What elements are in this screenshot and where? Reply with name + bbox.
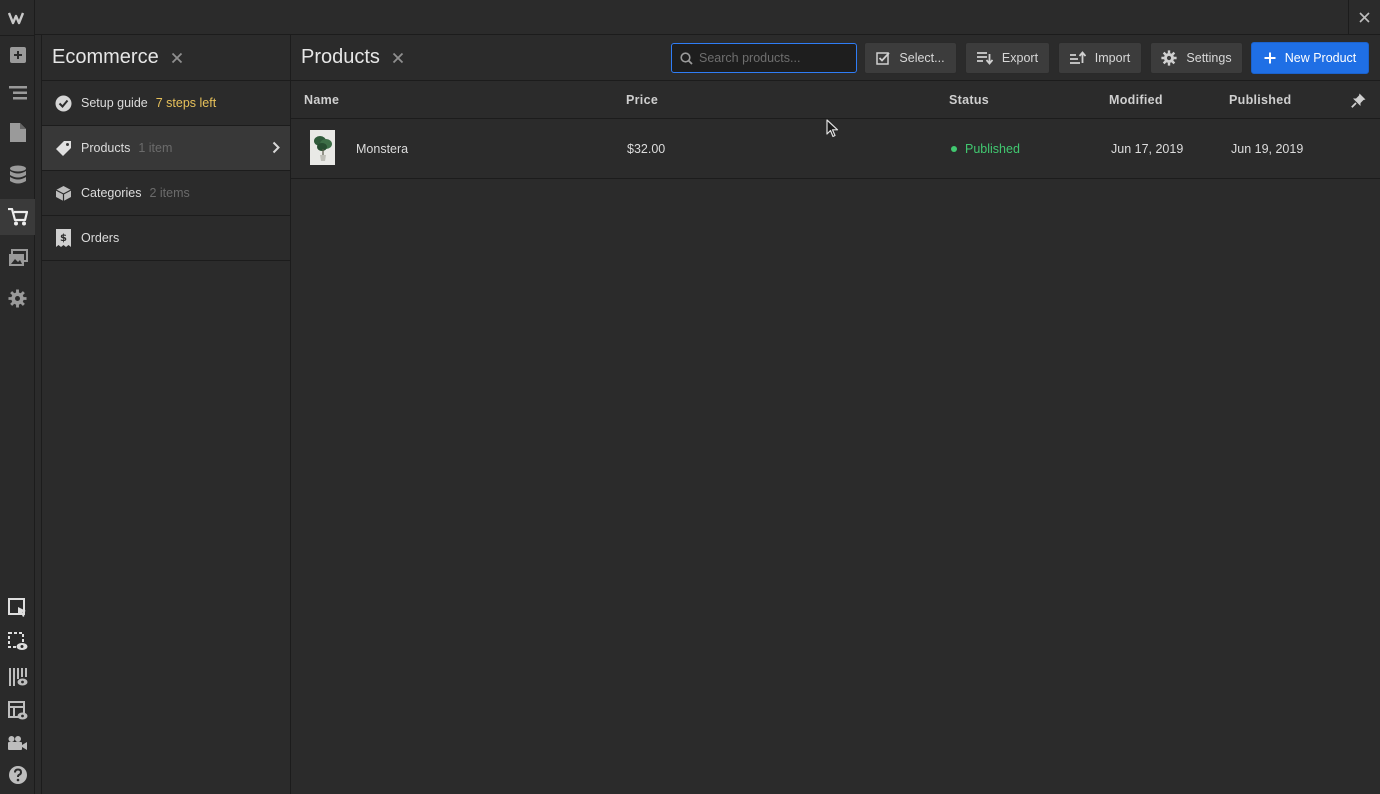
cms-database-icon[interactable]: [0, 157, 35, 193]
sidebar-item-products[interactable]: Products 1 item: [42, 126, 290, 171]
navigator-icon[interactable]: [0, 75, 35, 111]
layout-preview-icon[interactable]: [0, 693, 35, 729]
published-date: Jun 19, 2019: [1231, 142, 1303, 156]
check-circle-icon: [54, 94, 72, 112]
add-panel-icon[interactable]: [0, 37, 35, 73]
sidebar-item-categories[interactable]: Categories 2 items: [42, 171, 290, 216]
icon-rail: [0, 0, 35, 794]
import-button[interactable]: Import: [1058, 42, 1142, 74]
top-bar: [35, 0, 1380, 35]
sidebar-item-label: Orders: [81, 231, 119, 245]
export-button[interactable]: Export: [965, 42, 1050, 74]
status-badge: Published: [951, 142, 1020, 156]
export-icon: [977, 51, 993, 65]
new-product-button[interactable]: New Product: [1251, 42, 1369, 74]
settings-label: Settings: [1186, 51, 1231, 65]
video-tutorials-icon[interactable]: [0, 725, 35, 761]
item-count: 1 item: [138, 141, 172, 155]
chevron-right-icon: [272, 141, 280, 157]
plant-image-icon: [312, 132, 334, 164]
settings-button[interactable]: Settings: [1150, 42, 1243, 74]
status-label: Published: [965, 142, 1020, 156]
sidebar-item-label: Products: [81, 141, 130, 155]
ecommerce-panel: Ecommerce Setup guide 7 steps left Produ…: [41, 35, 291, 794]
new-product-label: New Product: [1285, 51, 1357, 65]
pages-icon[interactable]: [0, 114, 35, 150]
pin-icon[interactable]: [1351, 93, 1366, 111]
import-label: Import: [1095, 51, 1130, 65]
product-thumbnail: [310, 130, 335, 165]
settings-gear-icon[interactable]: [0, 280, 35, 316]
import-icon: [1070, 51, 1086, 65]
ecommerce-panel-header: Ecommerce: [42, 35, 290, 81]
item-count: 2 items: [149, 186, 189, 200]
box-icon: [54, 184, 72, 202]
page-title: Products: [301, 46, 380, 69]
panel-title: Ecommerce: [52, 46, 159, 69]
column-header-published[interactable]: Published: [1229, 93, 1291, 107]
select-button[interactable]: Select...: [864, 42, 957, 74]
close-editor-button[interactable]: [1348, 0, 1380, 35]
close-panel-button[interactable]: [171, 52, 183, 64]
modified-date: Jun 17, 2019: [1111, 142, 1183, 156]
app-window: Ecommerce Setup guide 7 steps left Produ…: [0, 0, 1380, 794]
ecommerce-cart-icon[interactable]: [0, 199, 35, 235]
products-panel: Products Select... Export Import: [291, 35, 1380, 794]
sidebar-item-label: Setup guide: [81, 96, 148, 110]
grid-preview-icon[interactable]: [0, 659, 35, 695]
mouse-cursor-icon: [826, 119, 839, 143]
search-box[interactable]: [671, 43, 857, 73]
checkbox-icon: [876, 51, 890, 65]
product-price: $32.00: [627, 142, 665, 156]
webflow-logo-icon[interactable]: [0, 0, 35, 36]
sidebar-item-label: Categories: [81, 186, 141, 200]
gear-icon: [1161, 50, 1177, 66]
plus-icon: [1264, 52, 1276, 64]
close-icon: [1359, 12, 1370, 23]
close-icon: [171, 52, 183, 64]
sidebar-item-setup-guide[interactable]: Setup guide 7 steps left: [42, 81, 290, 126]
assets-icon[interactable]: [0, 240, 35, 276]
svg-text:$: $: [60, 233, 67, 244]
tag-icon: [54, 139, 72, 157]
close-icon: [392, 52, 404, 64]
search-input[interactable]: [699, 51, 849, 65]
select-element-icon[interactable]: [0, 590, 35, 626]
export-label: Export: [1002, 51, 1038, 65]
products-header: Products Select... Export Import: [291, 35, 1380, 81]
sidebar-item-orders[interactable]: $ Orders: [42, 216, 290, 261]
column-header-modified[interactable]: Modified: [1109, 93, 1163, 107]
table-header: Name Price Status Modified Published: [291, 81, 1380, 119]
status-dot: [951, 146, 957, 152]
column-header-price[interactable]: Price: [626, 93, 658, 107]
column-header-status[interactable]: Status: [949, 93, 989, 107]
help-icon[interactable]: [0, 757, 35, 793]
column-header-name[interactable]: Name: [304, 93, 339, 107]
setup-steps-left: 7 steps left: [156, 96, 216, 110]
product-name[interactable]: Monstera: [356, 142, 408, 156]
select-label: Select...: [899, 51, 944, 65]
preview-selection-icon[interactable]: [0, 624, 35, 660]
receipt-icon: $: [54, 229, 72, 247]
search-icon: [680, 52, 693, 65]
close-products-button[interactable]: [392, 52, 404, 64]
